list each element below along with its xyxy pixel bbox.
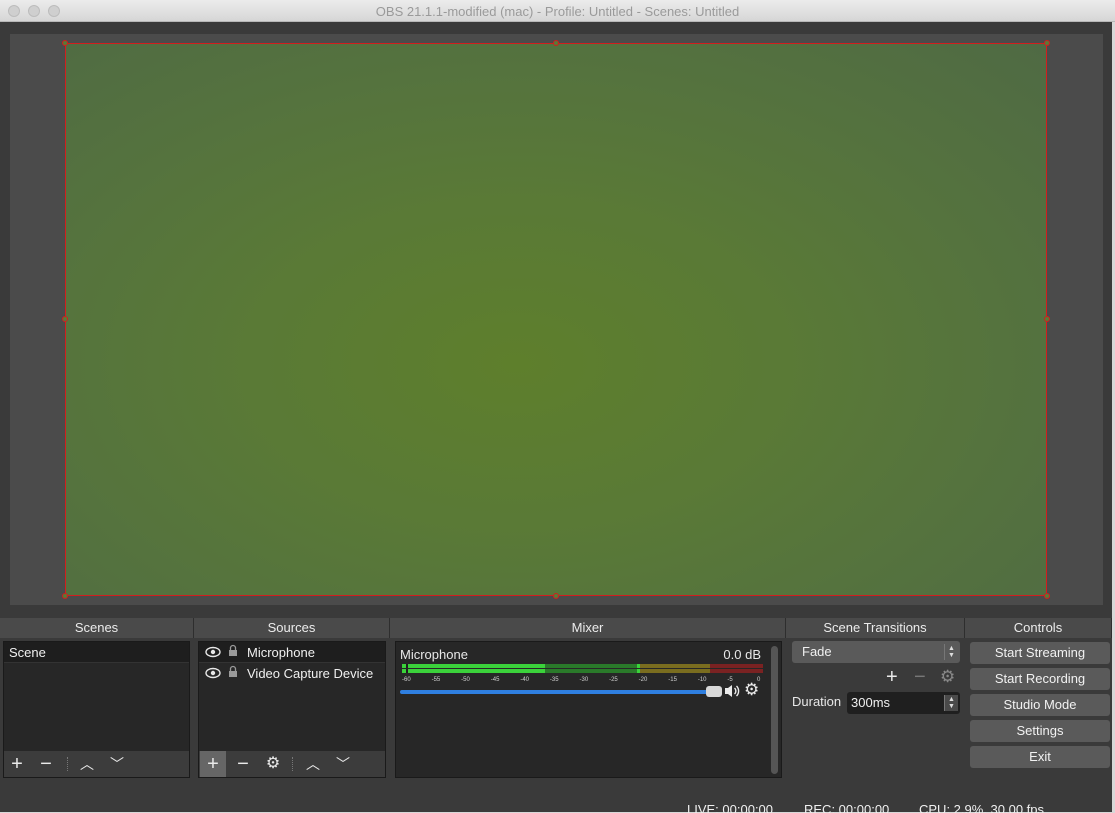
resize-handle[interactable] — [1044, 40, 1050, 46]
sources-toolbar: + − ⚙ ︿ ﹀ — [199, 751, 385, 777]
mixer-channel-name: Microphone — [400, 647, 468, 662]
meter-tick-label: -30 — [579, 677, 589, 683]
meter-tick-label: -45 — [490, 677, 500, 683]
chevron-up-icon[interactable]: ︿ — [300, 751, 326, 777]
resize-handle[interactable] — [553, 593, 559, 599]
scene-label: Scene — [9, 645, 46, 660]
duration-spinbox[interactable]: 300ms ▲ ▼ — [847, 692, 960, 714]
video-preview-canvas[interactable] — [62, 40, 1050, 599]
transition-select-value: Fade — [802, 644, 832, 659]
chevron-updown-icon[interactable]: ▲ ▼ — [944, 695, 958, 711]
resize-handle[interactable] — [1044, 593, 1050, 599]
mixer-channel-level: 0.0 dB — [723, 647, 761, 662]
chevron-up-icon[interactable]: ︿ — [74, 751, 100, 777]
resize-handle[interactable] — [62, 593, 68, 599]
source-label: Microphone — [247, 645, 315, 660]
meter-tick-label: -40 — [520, 677, 529, 683]
chevron-down-icon[interactable]: ﹀ — [104, 751, 130, 777]
resize-handle[interactable] — [553, 40, 559, 46]
volume-slider[interactable] — [400, 686, 722, 697]
meter-tick-label: -10 — [697, 677, 707, 683]
sources-dock-title: Sources — [194, 618, 390, 638]
minus-icon[interactable]: − — [33, 751, 59, 777]
rec-status: REC: 00:00:00 — [804, 802, 890, 813]
scene-list-item[interactable]: Scene — [4, 642, 189, 663]
eye-icon[interactable] — [205, 663, 221, 690]
window-title: OBS 21.1.1-modified (mac) - Profile: Unt… — [375, 4, 740, 19]
meter-tick-label: -25 — [609, 677, 618, 683]
mixer-scrollbar[interactable] — [771, 646, 778, 774]
exit-button[interactable]: Exit — [970, 746, 1110, 768]
settings-button[interactable]: Settings — [970, 720, 1110, 742]
gear-icon[interactable]: ⚙ — [744, 680, 759, 700]
toolbar-divider — [292, 757, 293, 771]
chevron-down-icon[interactable]: ﹀ — [330, 751, 356, 777]
transition-select[interactable]: Fade ▲ ▼ — [792, 641, 960, 663]
controls-dock-title: Controls — [965, 618, 1112, 638]
studio-mode-button[interactable]: Studio Mode — [970, 694, 1110, 716]
live-status: LIVE: 00:00:00 — [687, 802, 774, 813]
plus-icon[interactable]: + — [886, 666, 898, 689]
duration-label: Duration — [792, 694, 842, 709]
cpu-status: CPU: 2.9%, 30.00 fps — [919, 802, 1045, 813]
gear-icon[interactable]: ⚙ — [260, 751, 286, 777]
mixer-dock-title: Mixer — [390, 618, 786, 638]
volume-meter-bottom — [402, 669, 763, 673]
volume-slider-handle[interactable] — [706, 686, 722, 697]
transitions-dock-title: Scene Transitions — [786, 618, 965, 638]
plus-icon[interactable]: + — [4, 751, 30, 777]
resize-handle[interactable] — [62, 40, 68, 46]
meter-tick-label: -20 — [638, 677, 648, 683]
start-streaming-button[interactable]: Start Streaming — [970, 642, 1110, 664]
volume-meter-top — [402, 664, 763, 668]
sources-panel: Microphone Video Capture Device + − ⚙ ︿ … — [198, 641, 386, 778]
duration-value: 300ms — [851, 695, 891, 710]
source-list-item[interactable]: Video Capture Device — [199, 663, 385, 684]
lock-icon[interactable] — [227, 663, 239, 690]
main-window: Scenes Sources Mixer Scene Transitions C… — [0, 22, 1112, 813]
plus-icon[interactable]: + — [200, 751, 226, 777]
meter-scale: -60 -55 -50 -45 -40 -35 -30 -25 -20 -15 -10 -5 0 — [402, 675, 763, 685]
scenes-panel: Scene + − ︿ ﹀ — [3, 641, 190, 778]
scenes-dock-title: Scenes — [0, 618, 194, 638]
meter-tick-label: -50 — [461, 677, 470, 683]
speaker-icon[interactable] — [723, 683, 741, 702]
meter-tick-label: -60 — [402, 677, 411, 683]
minus-icon[interactable]: − — [230, 751, 256, 777]
mixer-panel: Microphone 0.0 dB -60 -55 -50 -45 -40 -35 -3 — [395, 641, 782, 778]
meter-tick-label: -35 — [549, 677, 559, 683]
resize-handle[interactable] — [62, 316, 68, 322]
start-recording-button[interactable]: Start Recording — [970, 668, 1110, 690]
meter-tick-label: -55 — [431, 677, 441, 683]
resize-handle[interactable] — [1044, 316, 1050, 322]
source-label: Video Capture Device — [247, 666, 374, 681]
scenes-toolbar: + − ︿ ﹀ — [4, 751, 189, 777]
toolbar-divider — [67, 757, 68, 771]
minus-icon[interactable]: − — [914, 666, 926, 689]
gear-icon[interactable]: ⚙ — [940, 667, 955, 687]
preview-area[interactable] — [10, 34, 1103, 605]
chevron-updown-icon: ▲ ▼ — [944, 644, 958, 660]
title-bar: OBS 21.1.1-modified (mac) - Profile: Unt… — [0, 0, 1115, 22]
source-list-item[interactable]: Microphone — [199, 642, 385, 663]
meter-tick-label: -15 — [668, 677, 677, 683]
